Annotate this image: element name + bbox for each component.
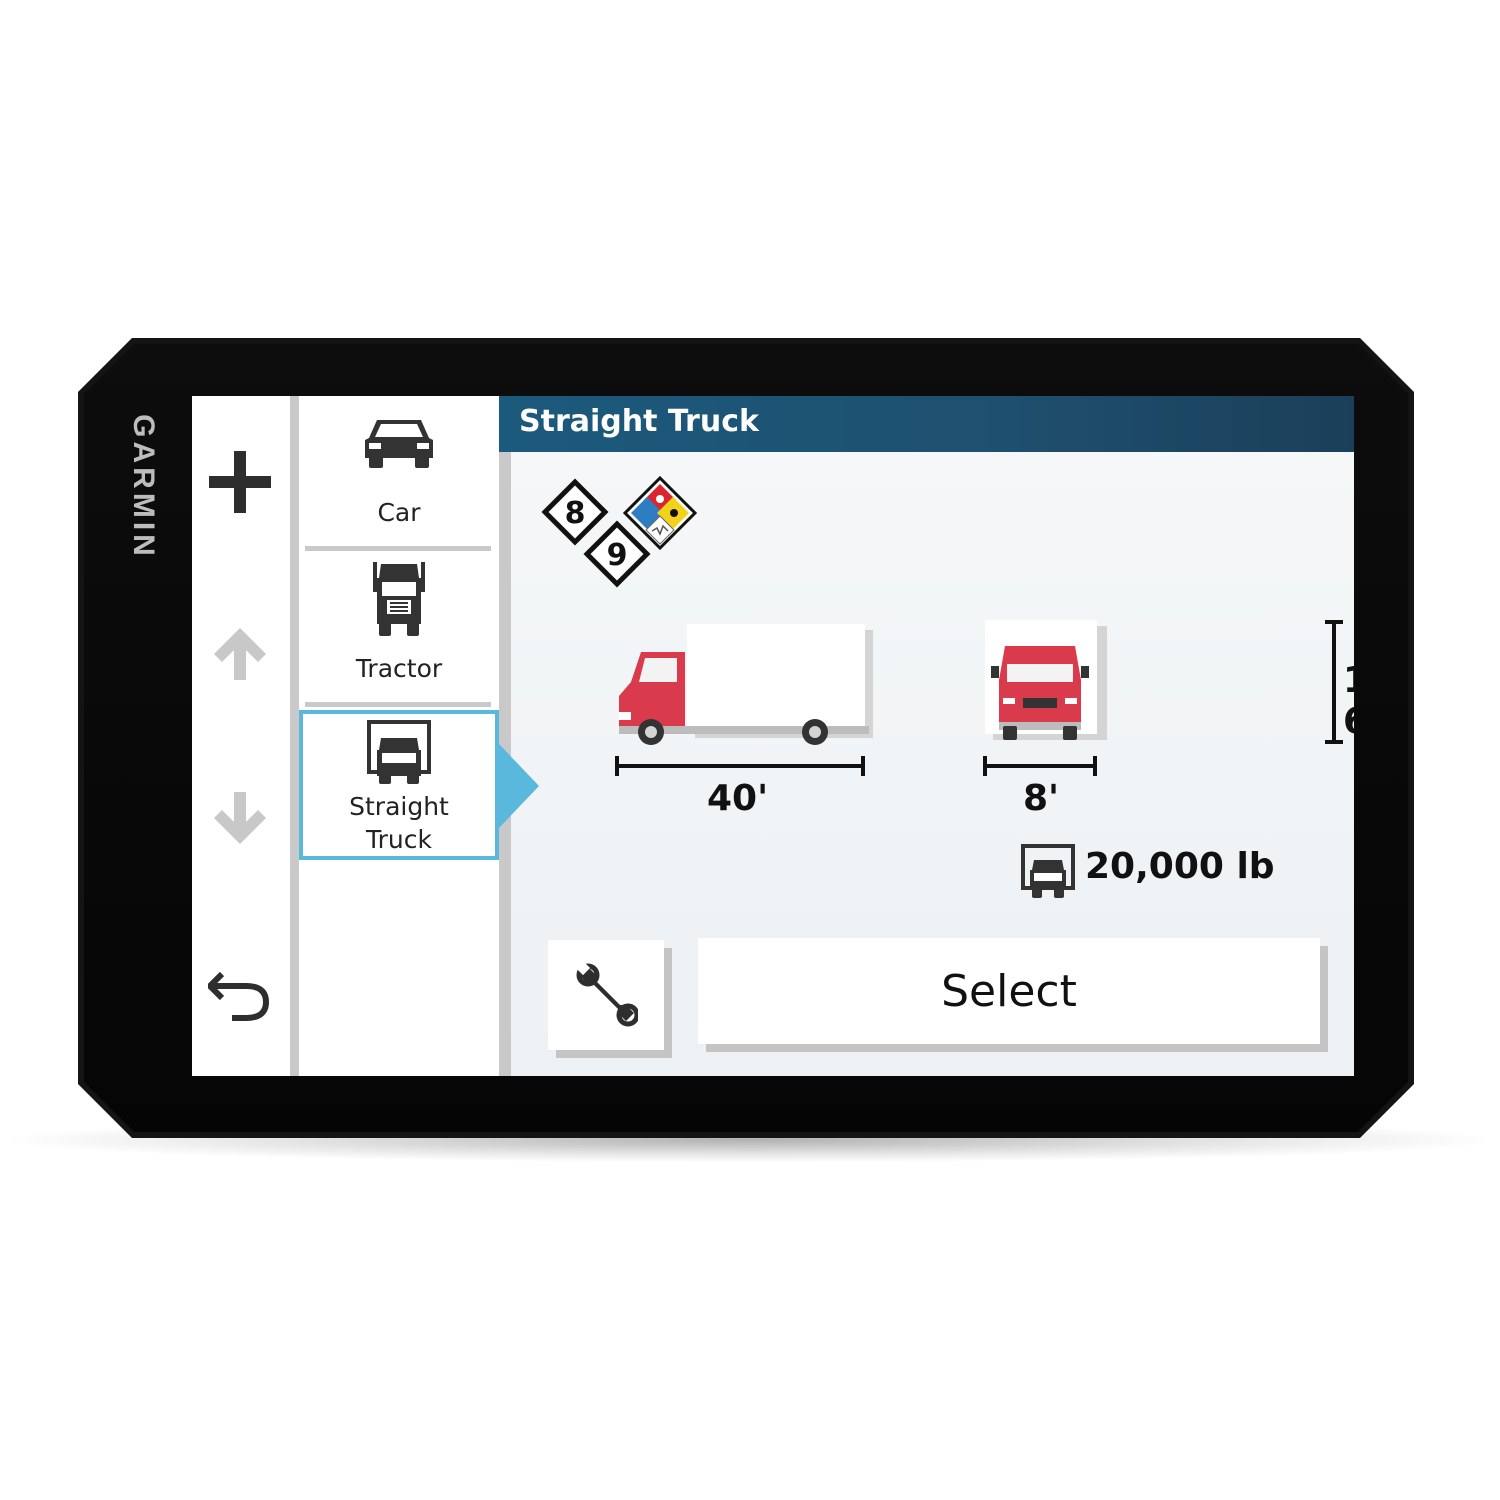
- truck-side-illustration: [619, 624, 873, 745]
- brand-text: GARMIN: [127, 414, 160, 560]
- list-separator: [305, 702, 491, 707]
- height-value: 13' 6": [1343, 660, 1354, 742]
- back-icon: [208, 971, 270, 1021]
- vehicle-profile-panel: 8 9 E: [511, 452, 1354, 1076]
- scroll-up-button[interactable]: [200, 612, 280, 692]
- title-bar: Straight Truck: [499, 396, 1354, 452]
- length-value: 40': [707, 778, 769, 819]
- vehicle-label-tractor: Tractor: [355, 654, 443, 683]
- wrench-icon: [575, 963, 638, 1027]
- vehicle-item-tractor[interactable]: Tractor: [299, 556, 499, 704]
- vehicle-item-straight-truck[interactable]: Straight Truck: [299, 710, 499, 860]
- hazmat-class-8-icon: 8: [541, 478, 609, 546]
- hazmat-class-9-icon: 9: [583, 520, 651, 588]
- nav-rail: [192, 396, 288, 1076]
- width-value: 8': [1023, 778, 1060, 819]
- width-dimension-bar: [983, 756, 1097, 776]
- plus-icon: [209, 451, 271, 513]
- vehicle-label-truck: Truck: [366, 825, 432, 854]
- brand-logo: GARMIN: [108, 402, 178, 572]
- truck-front-illustration: [985, 620, 1107, 740]
- list-separator: [305, 546, 491, 551]
- vehicle-list: Car Tractor Straight Truck: [299, 396, 499, 1076]
- weight-value: 20,000 lb: [1085, 846, 1275, 887]
- vehicle-settings-button[interactable]: [548, 940, 664, 1050]
- page-title: Straight Truck: [519, 404, 759, 439]
- vehicle-item-car[interactable]: Car: [299, 410, 499, 546]
- select-button[interactable]: Select: [698, 938, 1320, 1044]
- scroll-down-button[interactable]: [200, 780, 280, 860]
- height-dimension-bar: [1325, 620, 1343, 744]
- weight-truck-icon: [1021, 844, 1075, 898]
- screen: Car Tractor Straight Truck Straight Truc…: [192, 396, 1354, 1076]
- nfpa-diamond-icon: [622, 476, 698, 551]
- tractor-icon: [373, 562, 425, 636]
- arrow-up-icon: [214, 628, 266, 680]
- straight-truck-icon: [367, 720, 431, 784]
- arrow-down-icon: [214, 792, 266, 844]
- hazmat-class-a: 8: [565, 496, 586, 531]
- hazmat-placards: 8 9: [541, 476, 698, 588]
- add-button[interactable]: [200, 442, 280, 522]
- car-icon: [365, 420, 433, 468]
- hazmat-class-b: 9: [607, 538, 628, 573]
- vehicle-label-car: Car: [377, 498, 421, 527]
- rail-divider: [290, 396, 299, 1076]
- selection-pointer: [499, 744, 539, 828]
- vehicle-label-straight: Straight: [349, 792, 449, 821]
- back-button[interactable]: [200, 952, 280, 1032]
- length-dimension-bar: [615, 756, 865, 776]
